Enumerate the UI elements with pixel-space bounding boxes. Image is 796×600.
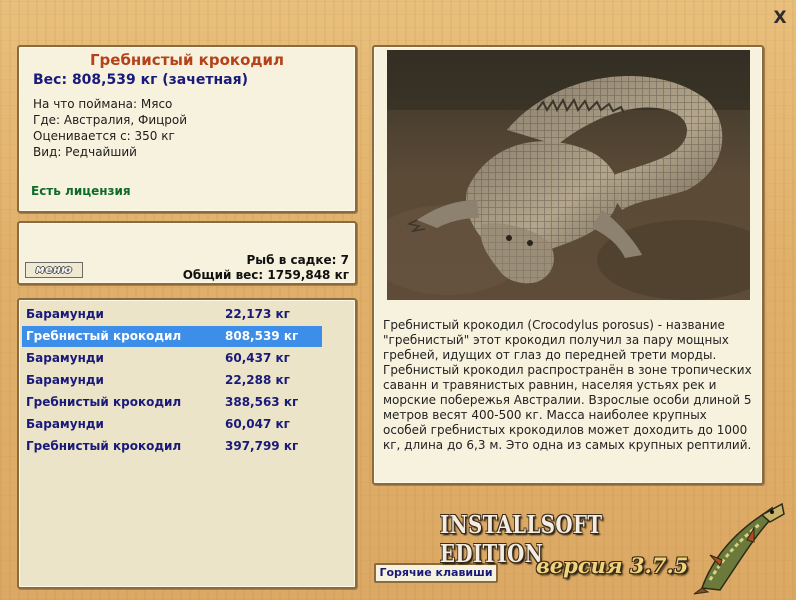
fish-in-net-count: Рыб в садке: 7: [246, 253, 350, 267]
catch-list-row[interactable]: Барамунди 60,047 кг: [22, 414, 322, 435]
catch-list-row[interactable]: Гребнистый крокодил 388,563 кг: [22, 392, 322, 413]
catch-list-row[interactable]: Барамунди 22,173 кг: [22, 304, 322, 325]
catch-fish-name: Гребнистый крокодил: [26, 439, 182, 453]
net-summary-panel: меню Рыб в садке: 7 Общий вес: 1759,848 …: [17, 221, 357, 285]
species-description: Гребнистый крокодил (Crocodylus porosus)…: [383, 318, 752, 452]
brand-title: INSTALLSOFT EDITION: [440, 510, 603, 568]
pike-fish-logo: [693, 502, 785, 595]
license-status: Есть лицензия: [31, 184, 131, 198]
catch-fish-name: Барамунди: [26, 307, 104, 321]
fish-weight: Вес: 808,539 кг (зачетная): [33, 72, 248, 88]
catch-fish-name: Гребнистый крокодил: [26, 329, 182, 343]
fish-info-panel: Гребнистый крокодил Вес: 808,539 кг (зач…: [17, 45, 357, 213]
catch-fish-name: Барамунди: [26, 351, 104, 365]
catch-fish-name: Барамунди: [26, 373, 104, 387]
version-label: версия 3.7.5: [536, 553, 689, 578]
catch-fish-weight: 397,799 кг: [225, 439, 299, 453]
valued-from-info: Оценивается с: 350 кг: [33, 129, 175, 143]
total-weight: Общий вес: 1759,848 кг: [182, 268, 349, 282]
catch-list-row[interactable]: Гребнистый крокодил 808,539 кг: [22, 326, 322, 347]
catch-fish-weight: 60,437 кг: [225, 351, 290, 365]
species-description-panel: Гребнистый крокодил (Crocodylus porosus)…: [372, 45, 764, 485]
catch-fish-weight: 808,539 кг: [225, 329, 299, 343]
catch-fish-name: Гребнистый крокодил: [26, 395, 182, 409]
catch-fish-weight: 22,173 кг: [225, 307, 290, 321]
catch-fish-weight: 22,288 кг: [225, 373, 290, 387]
bait-info: На что поймана: Мясо: [33, 97, 173, 111]
rarity-info: Вид: Редчайший: [33, 145, 137, 159]
location-info: Где: Австралия, Фицрой: [33, 113, 188, 127]
catch-list-row[interactable]: Барамунди 60,437 кг: [22, 348, 322, 369]
crocodile-photo: [387, 50, 750, 300]
menu-button[interactable]: меню: [25, 262, 83, 278]
catch-list-row[interactable]: Гребнистый крокодил 397,799 кг: [22, 436, 322, 457]
catch-list[interactable]: Барамунди 22,173 кг Гребнистый крокодил 808…: [17, 298, 357, 589]
catch-list-row[interactable]: Барамунди 22,288 кг: [22, 370, 322, 391]
catch-fish-weight: 60,047 кг: [225, 417, 290, 431]
catch-fish-name: Барамунди: [26, 417, 104, 431]
fish-title: Гребнистый крокодил: [89, 51, 285, 69]
catch-fish-weight: 388,563 кг: [225, 395, 299, 409]
close-icon[interactable]: X: [771, 9, 789, 27]
